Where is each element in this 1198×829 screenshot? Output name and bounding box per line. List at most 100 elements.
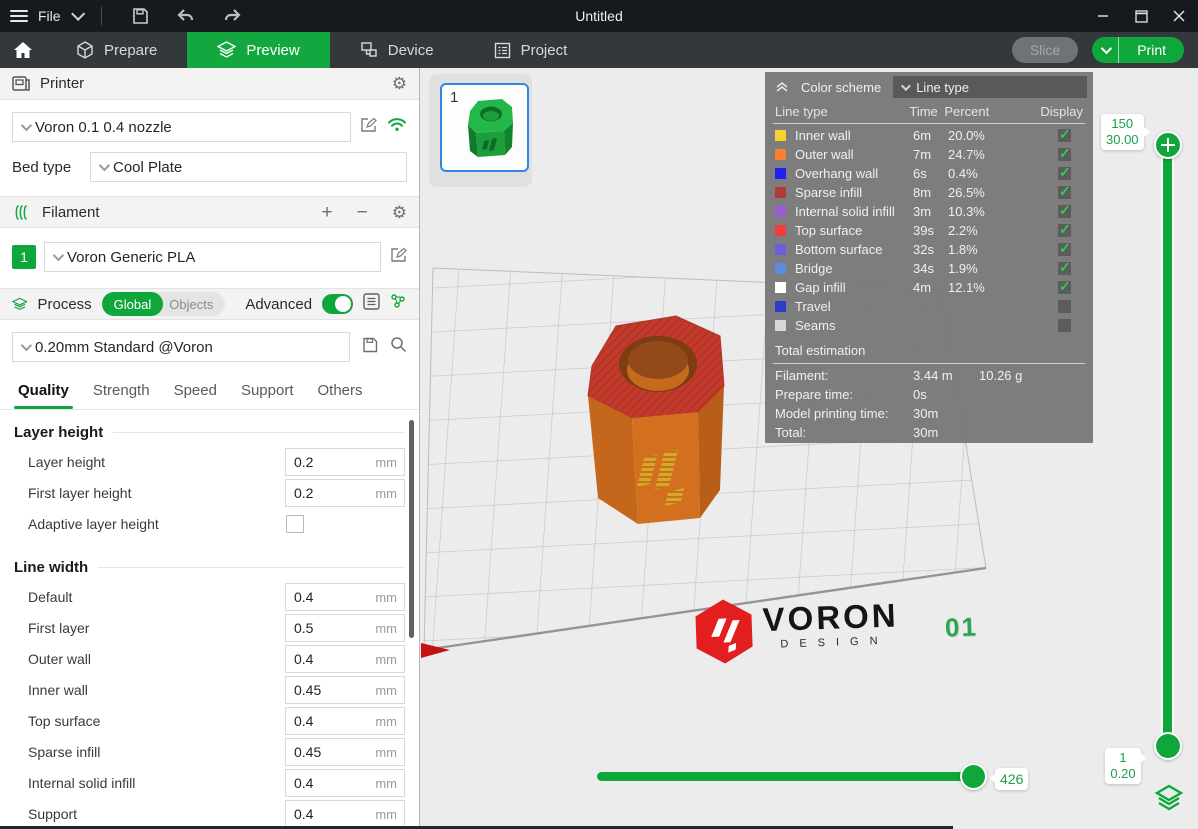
internal-solid-infill-line-width-input[interactable]: mm [285, 769, 405, 797]
minimize-button[interactable] [1084, 0, 1122, 32]
printer-settings-gear-icon[interactable]: ⚙ [392, 75, 407, 92]
device-icon [360, 41, 378, 59]
display-checkbox[interactable] [1058, 319, 1071, 332]
printer-connection-wifi-icon[interactable] [387, 117, 407, 137]
estimation-row: Total:30m [765, 423, 1093, 442]
filament-edit-icon[interactable] [391, 247, 407, 268]
layer-slider-bottom-handle[interactable] [1154, 732, 1182, 760]
home-button[interactable] [0, 32, 46, 68]
undo-button[interactable] [175, 5, 197, 27]
display-checkbox[interactable] [1058, 148, 1071, 161]
bed-type-label: Bed type [12, 159, 90, 176]
step-slider-track[interactable] [597, 772, 986, 781]
display-checkbox[interactable] [1058, 243, 1071, 256]
layer-slider-top-handle[interactable] [1154, 131, 1182, 159]
adaptive-layer-height-checkbox[interactable] [286, 515, 304, 533]
tab-project[interactable]: Project [464, 32, 598, 68]
bed-type-select[interactable]: Cool Plate [90, 152, 407, 182]
printer-edit-icon[interactable] [361, 117, 377, 138]
tab-speed[interactable]: Speed [162, 374, 229, 409]
layers-view-icon[interactable] [1152, 780, 1186, 814]
save-button[interactable] [129, 5, 151, 27]
sliced-model[interactable] [572, 306, 740, 532]
remove-filament-button[interactable]: − [357, 203, 368, 222]
tab-quality[interactable]: Quality [6, 374, 81, 409]
process-preset-select[interactable]: 0.20mm Standard @Voron [12, 332, 350, 362]
printer-preset-select[interactable]: Voron 0.1 0.4 nozzle [12, 112, 351, 142]
legend-row: Top surface39s2.2% [765, 221, 1093, 240]
legend-row: Gap infill4m12.1% [765, 278, 1093, 297]
tab-strength[interactable]: Strength [81, 374, 162, 409]
plate-thumbnail[interactable]: 1 [440, 83, 529, 172]
layer-height-input[interactable]: mm [285, 448, 405, 476]
add-filament-button[interactable]: + [322, 203, 333, 222]
layer-slider-top-tooltip: 150 30.00 [1101, 114, 1144, 150]
inner-wall-line-width-input[interactable]: mm [285, 676, 405, 704]
close-button[interactable] [1160, 0, 1198, 32]
layer-slider-track[interactable] [1163, 146, 1172, 746]
scope-global-button[interactable]: Global [102, 292, 164, 316]
display-checkbox[interactable] [1058, 281, 1071, 294]
process-section-title: Process [37, 296, 91, 313]
display-checkbox[interactable] [1058, 186, 1071, 199]
estimation-row: Prepare time:0s [765, 385, 1093, 404]
top-surface-line-width-input[interactable]: mm [285, 707, 405, 735]
display-checkbox[interactable] [1058, 129, 1071, 142]
display-checkbox[interactable] [1058, 205, 1071, 218]
first-layer-line-width-input[interactable]: mm [285, 614, 405, 642]
chevron-down-icon [53, 250, 64, 261]
display-checkbox[interactable] [1058, 224, 1071, 237]
estimation-row: Filament:3.44 m10.26 g [765, 366, 1093, 385]
display-checkbox[interactable] [1058, 167, 1071, 180]
outer-wall-line-width-input[interactable]: mm [285, 645, 405, 673]
filament-slot-badge[interactable]: 1 [12, 245, 36, 269]
redo-button[interactable] [221, 5, 243, 27]
printer-icon [12, 76, 30, 92]
parameter-list-icon[interactable] [363, 293, 380, 315]
display-checkbox[interactable] [1058, 262, 1071, 275]
filament-section-title: Filament [42, 204, 100, 221]
filament-settings-gear-icon[interactable]: ⚙ [392, 204, 407, 221]
print-split-button: Print [1092, 37, 1184, 63]
scope-objects-button[interactable]: Objects [163, 297, 225, 312]
param-label: Top surface [28, 713, 285, 729]
preview-3d-viewport[interactable]: VORON DESIGN 01 1 [421, 68, 1198, 829]
file-menu[interactable]: File [38, 8, 61, 24]
tab-support[interactable]: Support [229, 374, 306, 409]
slice-button[interactable]: Slice [1012, 37, 1078, 63]
file-menu-chevron-down-icon[interactable] [71, 7, 85, 21]
collapse-panel-icon[interactable] [775, 81, 789, 93]
param-label: Support [28, 806, 285, 822]
save-preset-icon[interactable] [362, 337, 378, 358]
param-label: Sparse infill [28, 744, 285, 760]
chevron-down-icon [21, 340, 32, 351]
parameter-tune-icon[interactable] [390, 293, 407, 315]
tab-others[interactable]: Others [306, 374, 375, 409]
filament-preset-select[interactable]: Voron Generic PLA [44, 242, 381, 272]
display-checkbox[interactable] [1058, 300, 1071, 313]
first-layer-height-input[interactable]: mm [285, 479, 405, 507]
chevron-down-icon [901, 81, 911, 91]
sparse-infill-line-width-input[interactable]: mm [285, 738, 405, 766]
layer-slider-bottom-tooltip: 1 0.20 [1105, 748, 1141, 784]
sidebar-scrollbar[interactable] [409, 420, 414, 638]
tab-device[interactable]: Device [330, 32, 464, 68]
tab-prepare[interactable]: Prepare [46, 32, 187, 68]
chevron-down-icon [99, 160, 110, 171]
layer-height-section-title: Layer height [14, 424, 103, 441]
legend-row: Sparse infill8m26.5% [765, 183, 1093, 202]
line-type-swatch [775, 187, 786, 198]
maximize-button[interactable] [1122, 0, 1160, 32]
printer-section-header: Printer ⚙ [0, 68, 419, 100]
search-icon[interactable] [390, 336, 407, 358]
tab-preview[interactable]: Preview [187, 32, 329, 68]
advanced-toggle[interactable] [322, 294, 353, 314]
default-line-width-input[interactable]: mm [285, 583, 405, 611]
step-slider-handle[interactable] [960, 763, 987, 790]
support-line-width-input[interactable]: mm [285, 800, 405, 828]
plate-thumbnail-strip: 1 [429, 74, 532, 187]
print-dropdown-chevron-icon[interactable] [1092, 37, 1119, 63]
print-button[interactable]: Print [1119, 42, 1184, 58]
color-scheme-select[interactable]: Line type [893, 76, 1087, 98]
menu-icon[interactable] [10, 10, 28, 22]
